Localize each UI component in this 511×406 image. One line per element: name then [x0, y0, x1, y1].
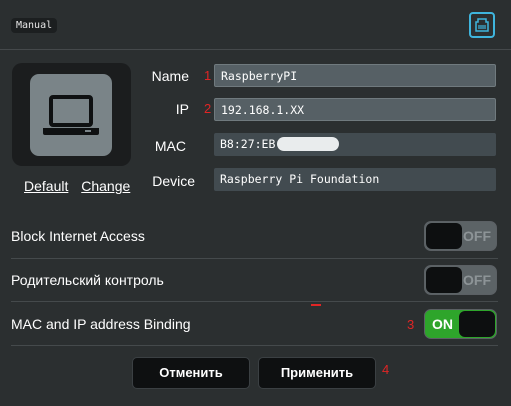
apply-button[interactable]: Применить: [258, 357, 376, 389]
red-annotation-mark: [311, 304, 321, 306]
row-divider: [11, 301, 498, 302]
toggle-state: ON: [432, 316, 453, 332]
mode-tag: Manual: [11, 18, 58, 33]
mac-label: MAC: [154, 138, 186, 154]
default-icon-link[interactable]: Default: [24, 178, 68, 194]
marker-4: 4: [382, 362, 390, 377]
toggle-knob: [426, 223, 462, 249]
device-edit-panel: Manual Default Change Name 1 RaspberryPI…: [0, 0, 511, 406]
device-vendor-field: Raspberry Pi Foundation: [214, 168, 496, 191]
device-label: Device: [152, 173, 195, 189]
network-port-icon[interactable]: [469, 12, 495, 38]
device-icon-tile: [30, 74, 112, 156]
device-icon-box[interactable]: [12, 63, 131, 166]
mac-field: B8:27:EB: [214, 133, 496, 156]
row-divider: [11, 345, 498, 346]
parental-control-toggle[interactable]: OFF: [424, 265, 497, 295]
name-input[interactable]: RaspberryPI: [214, 64, 496, 87]
name-label: Name: [151, 68, 189, 84]
mac-redaction: [277, 137, 340, 151]
ip-label: IP: [175, 101, 189, 117]
laptop-icon: [43, 95, 99, 135]
header-divider: [0, 49, 511, 50]
mac-ip-binding-toggle[interactable]: ON: [424, 309, 497, 339]
change-icon-link[interactable]: Change: [81, 178, 130, 194]
marker-2: 2: [204, 101, 212, 116]
block-internet-label: Block Internet Access: [11, 228, 145, 244]
parental-control-label: Родительский контроль: [11, 272, 164, 288]
toggle-knob: [459, 311, 495, 337]
ip-input[interactable]: 192.168.1.XX: [214, 98, 496, 121]
block-internet-toggle[interactable]: OFF: [424, 221, 497, 251]
toggle-state: OFF: [463, 272, 491, 288]
mac-value: B8:27:EB: [220, 137, 276, 151]
cancel-button[interactable]: Отменить: [132, 357, 250, 389]
marker-3: 3: [407, 317, 415, 332]
mac-ip-binding-label: MAC and IP address Binding: [11, 316, 191, 332]
marker-1: 1: [204, 68, 212, 83]
toggle-knob: [426, 267, 462, 293]
toggle-state: OFF: [463, 228, 491, 244]
row-divider: [11, 258, 498, 259]
device-icon-links: Default Change: [24, 178, 130, 194]
